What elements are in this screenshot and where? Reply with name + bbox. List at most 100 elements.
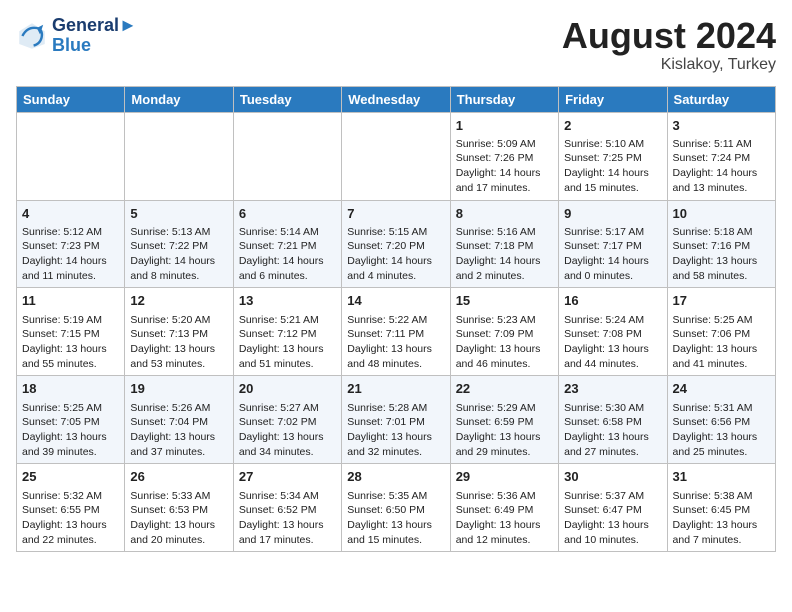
day-number: 13	[239, 292, 336, 310]
day-info: Daylight: 13 hours	[564, 430, 661, 445]
day-info: and 58 minutes.	[673, 269, 770, 284]
day-info: Sunset: 6:56 PM	[673, 415, 770, 430]
day-info: Sunrise: 5:25 AM	[22, 401, 119, 416]
day-info: Sunset: 6:50 PM	[347, 503, 444, 518]
col-friday: Friday	[559, 86, 667, 112]
calendar-cell	[125, 112, 233, 200]
calendar-cell: 16Sunrise: 5:24 AMSunset: 7:08 PMDayligh…	[559, 288, 667, 376]
day-info: Sunrise: 5:18 AM	[673, 225, 770, 240]
day-info: and 0 minutes.	[564, 269, 661, 284]
day-number: 4	[22, 205, 119, 223]
day-number: 25	[22, 468, 119, 486]
calendar-cell: 25Sunrise: 5:32 AMSunset: 6:55 PMDayligh…	[17, 464, 125, 552]
calendar-cell: 7Sunrise: 5:15 AMSunset: 7:20 PMDaylight…	[342, 200, 450, 288]
day-info: Sunrise: 5:10 AM	[564, 137, 661, 152]
day-info: Daylight: 13 hours	[347, 430, 444, 445]
day-number: 24	[673, 380, 770, 398]
day-info: Sunrise: 5:37 AM	[564, 489, 661, 504]
day-info: Sunrise: 5:24 AM	[564, 313, 661, 328]
day-info: Daylight: 14 hours	[456, 166, 553, 181]
day-info: Daylight: 13 hours	[456, 430, 553, 445]
col-tuesday: Tuesday	[233, 86, 341, 112]
day-number: 3	[673, 117, 770, 135]
day-info: Sunrise: 5:29 AM	[456, 401, 553, 416]
calendar-cell: 15Sunrise: 5:23 AMSunset: 7:09 PMDayligh…	[450, 288, 558, 376]
day-info: Sunset: 6:45 PM	[673, 503, 770, 518]
calendar-table: Sunday Monday Tuesday Wednesday Thursday…	[16, 86, 776, 553]
day-info: and 39 minutes.	[22, 445, 119, 460]
day-info: and 44 minutes.	[564, 357, 661, 372]
day-number: 12	[130, 292, 227, 310]
day-info: Sunset: 6:47 PM	[564, 503, 661, 518]
day-info: Sunset: 7:11 PM	[347, 327, 444, 342]
col-sunday: Sunday	[17, 86, 125, 112]
calendar-cell: 14Sunrise: 5:22 AMSunset: 7:11 PMDayligh…	[342, 288, 450, 376]
day-info: Sunset: 7:05 PM	[22, 415, 119, 430]
location-subtitle: Kislakoy, Turkey	[562, 56, 776, 74]
day-info: Sunrise: 5:09 AM	[456, 137, 553, 152]
day-info: and 4 minutes.	[347, 269, 444, 284]
day-info: and 15 minutes.	[347, 533, 444, 548]
day-number: 19	[130, 380, 227, 398]
day-info: Sunset: 7:09 PM	[456, 327, 553, 342]
day-number: 9	[564, 205, 661, 223]
calendar-week-row: 4Sunrise: 5:12 AMSunset: 7:23 PMDaylight…	[17, 200, 776, 288]
col-monday: Monday	[125, 86, 233, 112]
day-info: Daylight: 13 hours	[456, 518, 553, 533]
day-info: Sunrise: 5:28 AM	[347, 401, 444, 416]
col-thursday: Thursday	[450, 86, 558, 112]
day-info: and 11 minutes.	[22, 269, 119, 284]
day-number: 29	[456, 468, 553, 486]
day-info: Daylight: 14 hours	[347, 254, 444, 269]
calendar-cell: 13Sunrise: 5:21 AMSunset: 7:12 PMDayligh…	[233, 288, 341, 376]
day-info: Daylight: 13 hours	[673, 254, 770, 269]
day-info: Sunrise: 5:31 AM	[673, 401, 770, 416]
day-info: and 7 minutes.	[673, 533, 770, 548]
day-number: 26	[130, 468, 227, 486]
day-number: 30	[564, 468, 661, 486]
day-info: and 48 minutes.	[347, 357, 444, 372]
day-info: Daylight: 14 hours	[673, 166, 770, 181]
day-number: 16	[564, 292, 661, 310]
calendar-cell: 31Sunrise: 5:38 AMSunset: 6:45 PMDayligh…	[667, 464, 775, 552]
day-number: 27	[239, 468, 336, 486]
day-info: Sunrise: 5:13 AM	[130, 225, 227, 240]
day-info: and 17 minutes.	[456, 181, 553, 196]
day-info: Sunrise: 5:35 AM	[347, 489, 444, 504]
day-info: Daylight: 13 hours	[347, 518, 444, 533]
day-info: Daylight: 13 hours	[22, 342, 119, 357]
day-info: and 46 minutes.	[456, 357, 553, 372]
day-info: Sunset: 7:15 PM	[22, 327, 119, 342]
day-number: 6	[239, 205, 336, 223]
day-number: 8	[456, 205, 553, 223]
day-info: Sunset: 7:08 PM	[564, 327, 661, 342]
day-info: and 8 minutes.	[130, 269, 227, 284]
calendar-cell: 22Sunrise: 5:29 AMSunset: 6:59 PMDayligh…	[450, 376, 558, 464]
day-info: Daylight: 14 hours	[130, 254, 227, 269]
day-info: Daylight: 14 hours	[239, 254, 336, 269]
calendar-cell: 30Sunrise: 5:37 AMSunset: 6:47 PMDayligh…	[559, 464, 667, 552]
day-info: Daylight: 13 hours	[22, 518, 119, 533]
day-info: Sunrise: 5:20 AM	[130, 313, 227, 328]
calendar-cell: 11Sunrise: 5:19 AMSunset: 7:15 PMDayligh…	[17, 288, 125, 376]
day-info: Sunset: 7:24 PM	[673, 151, 770, 166]
day-info: and 6 minutes.	[239, 269, 336, 284]
day-info: Sunset: 6:55 PM	[22, 503, 119, 518]
calendar-cell: 28Sunrise: 5:35 AMSunset: 6:50 PMDayligh…	[342, 464, 450, 552]
day-info: Sunrise: 5:21 AM	[239, 313, 336, 328]
calendar-cell: 12Sunrise: 5:20 AMSunset: 7:13 PMDayligh…	[125, 288, 233, 376]
day-number: 5	[130, 205, 227, 223]
calendar-cell: 18Sunrise: 5:25 AMSunset: 7:05 PMDayligh…	[17, 376, 125, 464]
calendar-cell: 4Sunrise: 5:12 AMSunset: 7:23 PMDaylight…	[17, 200, 125, 288]
day-number: 7	[347, 205, 444, 223]
day-info: and 41 minutes.	[673, 357, 770, 372]
day-info: Sunset: 7:01 PM	[347, 415, 444, 430]
calendar-cell: 17Sunrise: 5:25 AMSunset: 7:06 PMDayligh…	[667, 288, 775, 376]
day-info: Sunrise: 5:16 AM	[456, 225, 553, 240]
calendar-cell: 26Sunrise: 5:33 AMSunset: 6:53 PMDayligh…	[125, 464, 233, 552]
logo-icon	[16, 20, 48, 52]
day-info: Sunset: 7:12 PM	[239, 327, 336, 342]
calendar-cell: 9Sunrise: 5:17 AMSunset: 7:17 PMDaylight…	[559, 200, 667, 288]
day-number: 22	[456, 380, 553, 398]
day-info: and 51 minutes.	[239, 357, 336, 372]
